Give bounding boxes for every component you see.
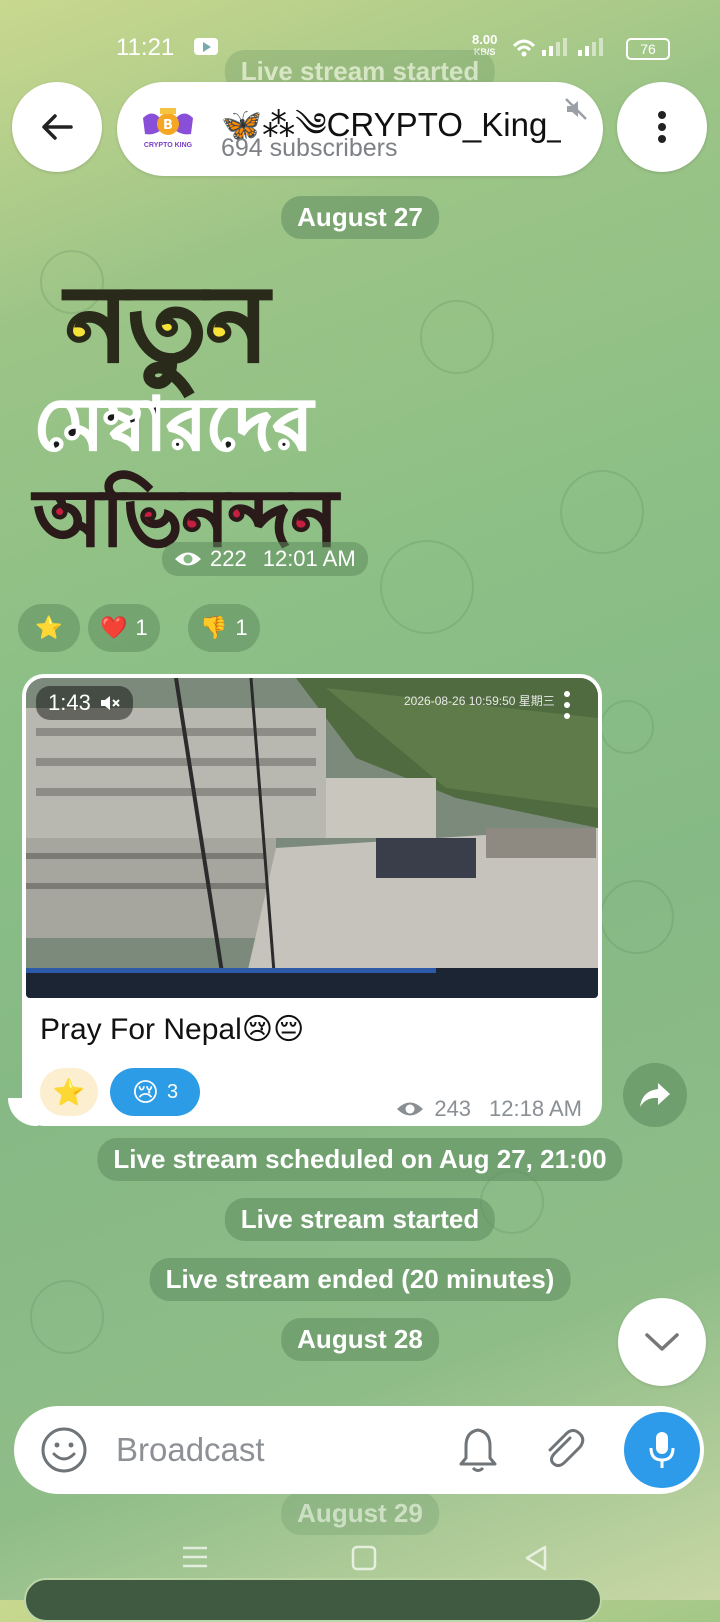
emoji-icon[interactable] (40, 1426, 88, 1474)
video-scene (26, 678, 598, 998)
more-options-button[interactable] (617, 82, 707, 172)
star-icon: ⭐ (52, 1076, 86, 1107)
video-duration-badge: 1:43 (36, 686, 133, 720)
status-time: 11:21 (116, 34, 175, 61)
chevron-down-icon (645, 1333, 679, 1351)
wallpaper-doodle (560, 470, 644, 554)
recent-apps-icon[interactable] (180, 1544, 210, 1570)
bell-icon[interactable] (456, 1426, 500, 1474)
microphone-button[interactable] (624, 1412, 700, 1488)
crypto-king-logo-icon: B (143, 108, 193, 135)
post-meta: 243 12:18 AM (396, 1096, 582, 1122)
message-composer (14, 1406, 704, 1494)
wallpaper-doodle (30, 1280, 104, 1354)
eye-icon (397, 1102, 424, 1116)
view-count: 243 (434, 1096, 472, 1121)
star-icon: ⭐ (35, 615, 63, 640)
channel-avatar[interactable]: B CRYPTO KING (135, 96, 201, 162)
date-separator: August 28 (281, 1318, 439, 1361)
thumbs-down-icon: 👎 (200, 615, 228, 640)
youtube-notification-icon (194, 38, 218, 55)
back-nav-icon[interactable] (522, 1544, 550, 1572)
reaction-star[interactable]: ⭐ (40, 1068, 98, 1116)
svg-text:B: B (163, 118, 173, 133)
signal-wifi-icons (512, 36, 622, 64)
share-button[interactable] (623, 1063, 687, 1127)
network-speed-value: 8.00 (472, 32, 498, 47)
arrow-left-icon (42, 114, 73, 140)
reaction-thumbs-down[interactable]: 👎 1 (188, 604, 260, 652)
service-message: Live stream scheduled on Aug 27, 21:00 (97, 1138, 623, 1181)
reaction-heart[interactable]: ❤️ 1 (88, 604, 160, 652)
video-message-bubble[interactable]: 1:43 2026-08-26 10:59:50 星期三 Pray For Ne… (22, 674, 602, 1126)
reaction-count: 1 (135, 615, 148, 640)
wallpaper-doodle (420, 300, 494, 374)
vertical-dots-icon (658, 111, 666, 143)
reaction-count: 3 (166, 1080, 179, 1103)
service-message: Live stream ended (20 minutes) (149, 1258, 571, 1301)
paperclip-icon[interactable] (540, 1426, 588, 1474)
subscriber-count: 694 subscribers (221, 134, 398, 162)
view-count: 222 (210, 546, 247, 571)
video-duration: 1:43 (48, 690, 91, 715)
service-message: Live stream started (224, 1198, 496, 1241)
home-icon[interactable] (350, 1544, 378, 1572)
crying-face-icon: 😢 (131, 1076, 159, 1107)
channel-header[interactable]: B CRYPTO KING 🦋⁂༄CRYPTO_King_C 694 subsc… (117, 82, 603, 176)
muted-speaker-icon (100, 696, 120, 710)
wallpaper-doodle (600, 880, 674, 954)
reaction-crying[interactable]: 😢 3 (110, 1068, 200, 1116)
video-timestamp-overlay: 2026-08-26 10:59:50 星期三 (404, 694, 555, 708)
scroll-down-button[interactable] (618, 1298, 706, 1386)
date-separator: August 27 (281, 196, 439, 239)
post-time: 12:18 AM (489, 1096, 582, 1121)
back-button[interactable] (12, 82, 102, 172)
wallpaper-doodle (380, 540, 474, 634)
battery-indicator: 76 (626, 38, 670, 60)
partial-bubble (24, 1578, 602, 1622)
message-caption: Pray For Nepal😢😔 (40, 1013, 305, 1046)
wallpaper-doodle (600, 700, 654, 754)
eye-icon (175, 552, 201, 566)
broadcast-input[interactable] (114, 1426, 438, 1474)
microphone-icon (649, 1432, 675, 1468)
share-arrow-icon (640, 1083, 670, 1107)
video-menu-icon[interactable] (562, 690, 572, 720)
muted-speaker-icon (565, 98, 587, 120)
video-thumbnail[interactable]: 1:43 2026-08-26 10:59:50 星期三 (26, 678, 598, 998)
post-meta: 222 12:01 AM (162, 542, 368, 576)
heart-icon: ❤️ (100, 615, 128, 640)
reaction-count: 1 (235, 615, 248, 640)
reaction-star[interactable]: ⭐ (18, 604, 80, 652)
avatar-caption: CRYPTO KING (143, 142, 193, 149)
post-time: 12:01 AM (262, 546, 356, 571)
signal-icon (512, 38, 603, 57)
